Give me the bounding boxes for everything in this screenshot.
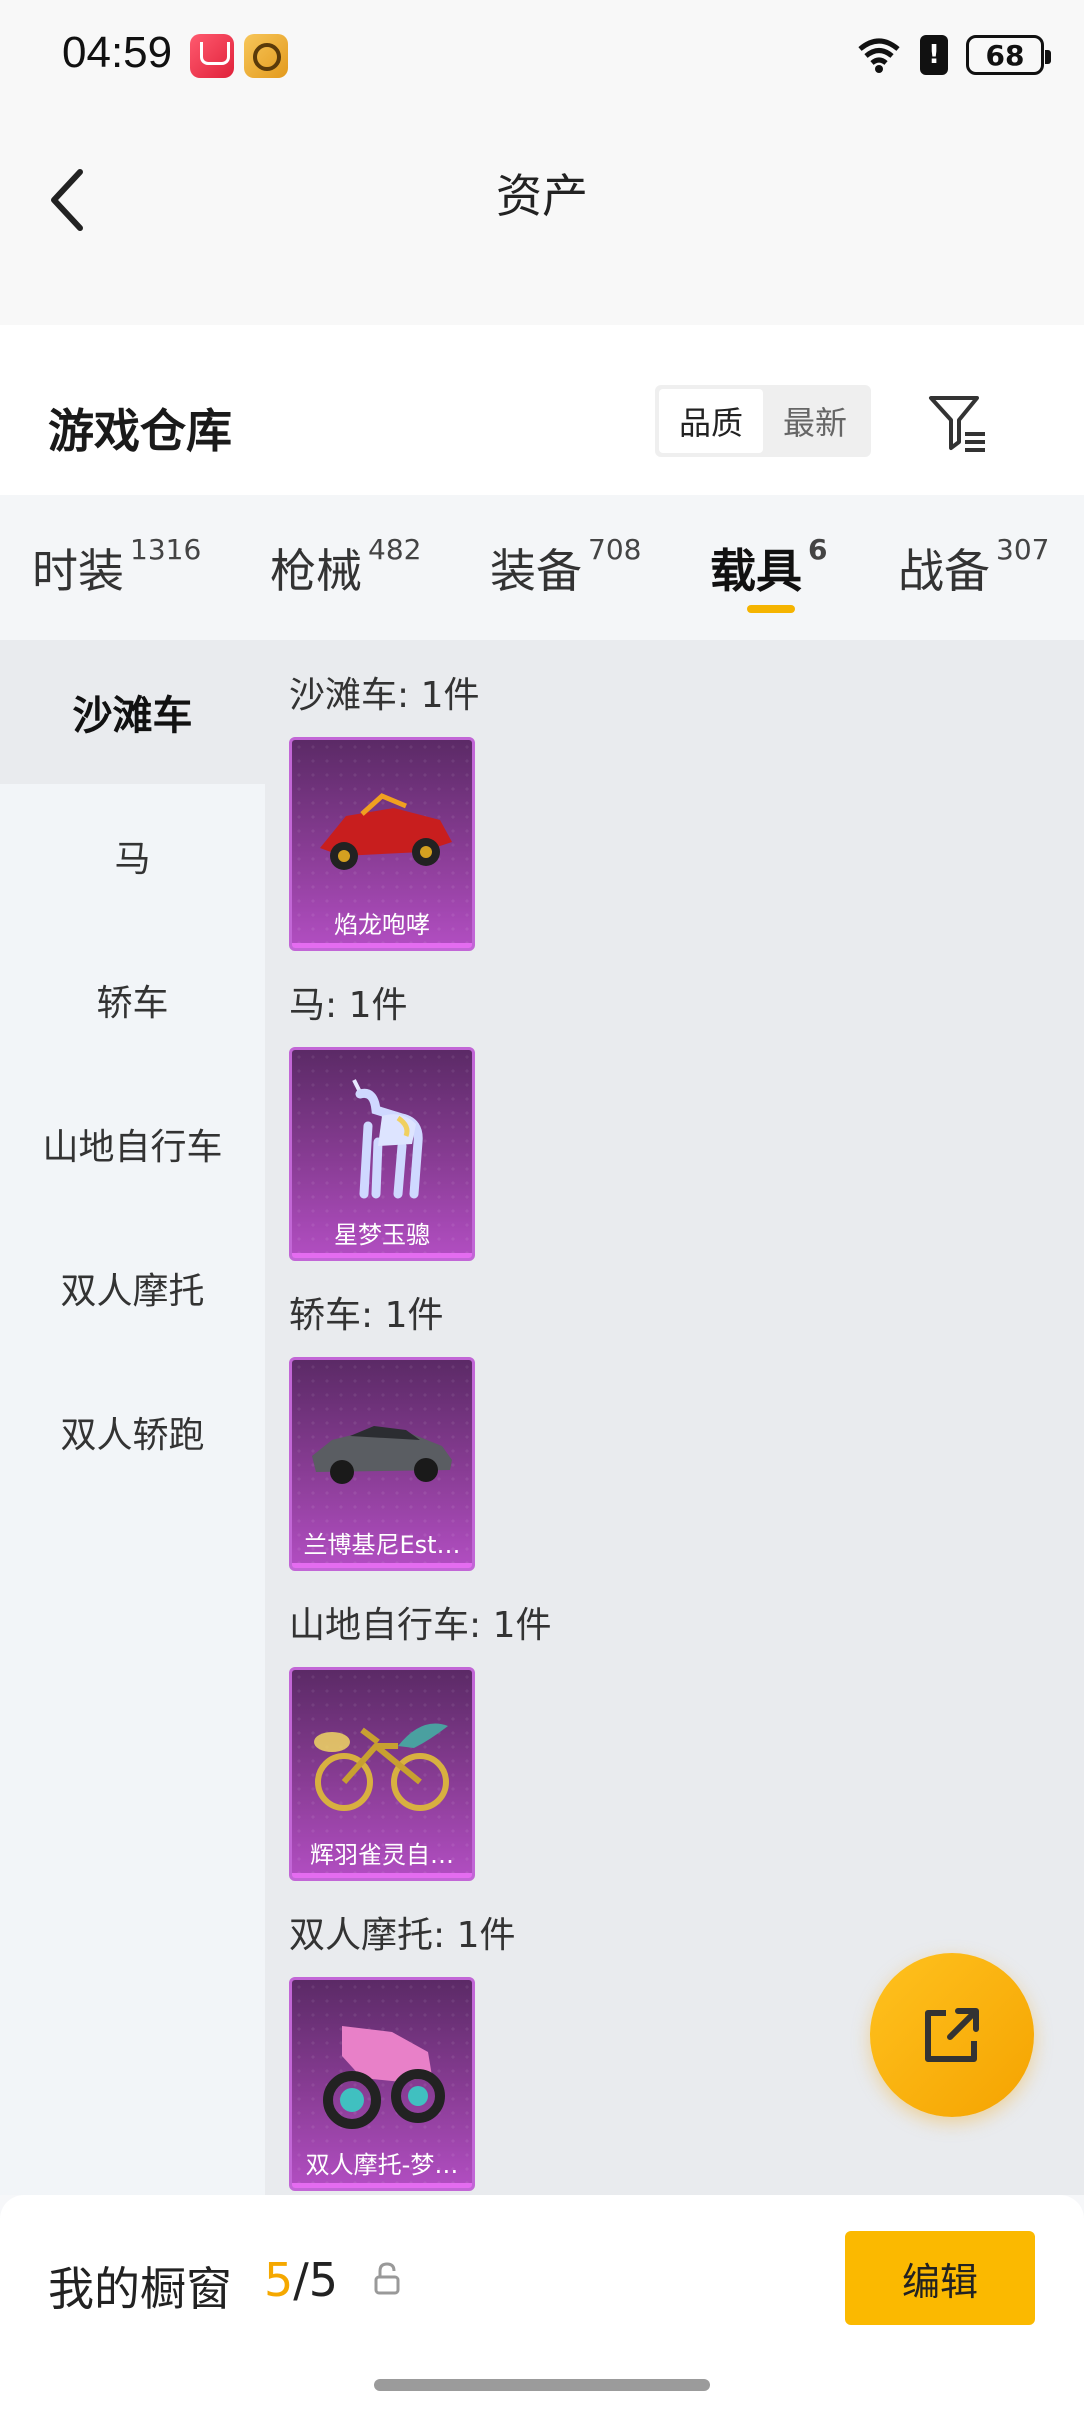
sidebar: 沙滩车 马 轿车 山地自行车 双人摩托 双人轿跑 (0, 640, 265, 2195)
wifi-icon (856, 35, 902, 75)
warehouse-title: 游戏仓库 (48, 404, 232, 458)
tab-fashion[interactable]: 时装 1316 (32, 533, 201, 601)
sidebar-item-mountain-bike[interactable]: 山地自行车 (0, 1072, 265, 1216)
group-label-duo-motorcycle: 双人摩托: 1件 (289, 1915, 516, 1956)
item-name: 星梦玉骢 (334, 1221, 430, 1249)
game-app-icon (244, 34, 288, 78)
item-name: 辉羽雀灵自… (310, 1841, 454, 1869)
item-card[interactable]: 兰博基尼Est… (289, 1357, 475, 1571)
sort-quality-button[interactable]: 品质 (659, 389, 763, 453)
app-gallery-icon (190, 34, 234, 78)
filter-icon[interactable] (925, 390, 991, 456)
bottom-bar: 我的橱窗 5/5 编辑 (0, 2195, 1084, 2412)
active-tab-indicator (747, 605, 795, 613)
category-tabs: 时装 1316 枪械 482 装备 708 载具 6 战备 307 (0, 495, 1084, 640)
group-label-horse: 马: 1件 (289, 985, 408, 1026)
tab-equipment[interactable]: 装备 708 (490, 533, 641, 601)
sort-toggle: 品质 最新 (655, 385, 871, 457)
crystal-unicorn-icon (302, 1066, 462, 1206)
header: 资产 (0, 110, 1084, 325)
group-label-sedan: 轿车: 1件 (289, 1295, 444, 1336)
item-card[interactable]: 辉羽雀灵自… (289, 1667, 475, 1881)
grey-sports-car-icon (302, 1376, 462, 1516)
item-name: 双人摩托-梦… (305, 2151, 459, 2179)
item-card[interactable]: 焰龙咆哮 (289, 737, 475, 951)
lock-icon (372, 2261, 402, 2297)
status-time: 04:59 (62, 28, 173, 77)
showcase-label: 我的橱窗 (48, 2262, 232, 2316)
sidebar-item-beach-buggy[interactable]: 沙滩车 (0, 640, 265, 784)
tab-weapons[interactable]: 枪械 482 (270, 533, 421, 601)
golden-bike-icon (302, 1686, 462, 1826)
sidebar-item-sedan[interactable]: 轿车 (0, 928, 265, 1072)
warehouse-header: 游戏仓库 品质 最新 (0, 325, 1084, 495)
group-label-mountain-bike: 山地自行车: 1件 (289, 1605, 552, 1646)
sort-latest-button[interactable]: 最新 (763, 389, 867, 453)
share-icon (925, 2008, 979, 2062)
status-bar: 04:59 ! 68 (0, 0, 1084, 110)
sidebar-item-duo-coupe[interactable]: 双人轿跑 (0, 1360, 265, 1504)
alert-icon: ! (920, 35, 948, 75)
tab-vehicles[interactable]: 载具 6 (710, 533, 827, 601)
item-name: 焰龙咆哮 (334, 911, 430, 939)
sidebar-item-horse[interactable]: 马 (0, 784, 265, 928)
group-label-beach-buggy: 沙滩车: 1件 (289, 675, 480, 716)
page-title: 资产 (496, 169, 588, 223)
item-name: 兰博基尼Est… (303, 1531, 461, 1559)
home-indicator[interactable] (374, 2379, 710, 2391)
item-card[interactable]: 星梦玉骢 (289, 1047, 475, 1261)
pink-motorcycle-icon (302, 1996, 462, 2136)
edit-button[interactable]: 编辑 (845, 2231, 1035, 2325)
showcase-count: 5/5 (264, 2253, 339, 2307)
red-buggy-icon (302, 756, 462, 896)
sidebar-item-duo-motorcycle[interactable]: 双人摩托 (0, 1216, 265, 1360)
item-card[interactable]: 双人摩托-梦… (289, 1977, 475, 2191)
share-button[interactable] (870, 1953, 1034, 2117)
tab-battle-gear[interactable]: 战备 307 (898, 533, 1049, 601)
battery-icon: 68 (966, 35, 1051, 75)
